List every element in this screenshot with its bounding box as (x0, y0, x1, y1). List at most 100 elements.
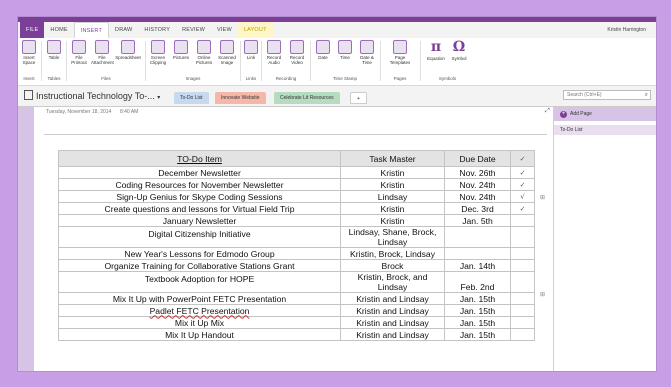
search-input[interactable]: Search (Ctrl+E) ⌕ (563, 90, 651, 100)
header-due[interactable]: Due Date (444, 150, 511, 167)
cell-check[interactable] (510, 316, 535, 329)
tab-review[interactable]: REVIEW (176, 22, 211, 38)
cell-item[interactable]: Mix it Up Mix (58, 316, 341, 329)
cell-master[interactable]: Kristin and Lindsay (340, 328, 445, 341)
cell-check[interactable] (510, 304, 535, 317)
tab-insert[interactable]: INSERT (73, 22, 110, 38)
cell-due[interactable]: Jan. 15th (444, 304, 511, 317)
cell-due[interactable]: Jan. 14th (444, 259, 511, 272)
cell-item[interactable]: Sign-Up Genius for Skype Coding Sessions (58, 190, 341, 203)
cell-due[interactable]: Nov. 24th (444, 178, 511, 191)
cell-master[interactable]: Brock (340, 259, 445, 272)
link-button[interactable]: Link (242, 40, 260, 60)
cell-due[interactable]: Nov. 26th (444, 166, 511, 179)
cell-item[interactable]: Organize Training for Collaborative Stat… (58, 259, 341, 272)
chevron-down-icon[interactable]: ▾ (157, 95, 160, 101)
scanned-image-button[interactable]: Scanned Image (216, 40, 238, 65)
cell-item[interactable]: Digital Citizenship Initiative (58, 226, 341, 248)
header-check[interactable]: ✓ (510, 150, 535, 167)
cell-check[interactable]: ✓ (510, 166, 535, 179)
section-tab-celebrate[interactable]: Celebrate Lit Resources (274, 92, 340, 104)
symbol-button[interactable]: Ω Symbol (446, 40, 472, 61)
cell-due[interactable]: Jan. 15th (444, 292, 511, 305)
cell-item[interactable]: Textbook Adoption for HOPE (58, 271, 341, 293)
header-item[interactable]: TO-Do Item (58, 150, 341, 167)
cell-master[interactable]: Kristin (340, 166, 445, 179)
group-images: Images (185, 76, 201, 81)
tab-draw[interactable]: DRAW (109, 22, 138, 38)
cell-due[interactable]: Nov. 24th (444, 190, 511, 203)
cell-check[interactable] (510, 259, 535, 272)
cell-due[interactable] (444, 247, 511, 260)
spreadsheet-button[interactable]: Spreadsheet (114, 40, 142, 60)
cell-check[interactable] (510, 226, 535, 248)
page-item-todo[interactable]: To-Do List (554, 125, 656, 135)
cell-master[interactable]: Kristin, Brock, Lindsay (340, 247, 445, 260)
tab-view[interactable]: VIEW (211, 22, 238, 38)
cell-item[interactable]: Padlet FETC Presentation (58, 304, 341, 317)
notebook-title[interactable]: Instructional Technology To-... ▾ (24, 90, 160, 101)
cell-check[interactable] (510, 328, 535, 341)
cell-check[interactable] (510, 247, 535, 260)
cell-check[interactable]: √ (510, 190, 535, 203)
cell-due[interactable] (444, 226, 511, 248)
section-tab-todo[interactable]: To-Do List (174, 92, 209, 104)
row-handle-icon[interactable]: ⊞ (540, 194, 545, 201)
pictures-button[interactable]: Pictures (170, 40, 192, 60)
tab-home[interactable]: HOME (44, 22, 73, 38)
page-canvas[interactable]: Tuesday, November 18, 2014 8:40 AM .....… (34, 107, 553, 371)
cell-due[interactable]: Jan. 15th (444, 316, 511, 329)
file-printout-button[interactable]: File Printout (68, 40, 90, 65)
cell-item[interactable]: January Newsletter (58, 214, 341, 227)
record-video-button[interactable]: Record Video (286, 40, 308, 65)
cell-check[interactable]: ✓ (510, 178, 535, 191)
insert-space-icon (22, 40, 36, 54)
cell-master[interactable]: Kristin (340, 178, 445, 191)
cell-item[interactable]: Coding Resources for November Newsletter (58, 178, 341, 191)
time-button[interactable]: Time (334, 40, 356, 60)
cell-master[interactable]: Kristin (340, 202, 445, 215)
section-tab-innovate[interactable]: Innovate Website (215, 92, 266, 104)
cell-due[interactable]: Jan. 5th (444, 214, 511, 227)
page-templates-button[interactable]: Page Templates (384, 40, 416, 65)
tab-layout[interactable]: LAYOUT (237, 22, 273, 38)
table-row: Mix It Up Handout Kristin and Lindsay Ja… (58, 328, 535, 341)
cell-master[interactable]: Lindsay, Shane, Brock, Lindsay (340, 226, 445, 248)
add-page-button[interactable]: + Add Page (554, 107, 656, 121)
cell-item[interactable]: December Newsletter (58, 166, 341, 179)
cell-check[interactable]: ✓ (510, 202, 535, 215)
table-row: Mix it Up Mix Kristin and Lindsay Jan. 1… (58, 316, 535, 329)
user-name[interactable]: Kristin Harrington (607, 22, 646, 38)
cell-master[interactable]: Kristin and Lindsay (340, 316, 445, 329)
tab-history[interactable]: HISTORY (138, 22, 176, 38)
header-master[interactable]: Task Master (340, 150, 445, 167)
cell-check[interactable] (510, 214, 535, 227)
cell-item[interactable]: Create questions and lessons for Virtual… (58, 202, 341, 215)
row-handle-icon[interactable]: ⊞ (540, 291, 545, 298)
cell-item[interactable]: Mix It Up Handout (58, 328, 341, 341)
online-pictures-button[interactable]: Online Pictures (193, 40, 215, 65)
todo-table[interactable]: TO-Do Item Task Master Due Date ✓ Decemb… (58, 150, 535, 341)
screen-clipping-button[interactable]: Screen Clipping (147, 40, 169, 65)
table-button[interactable]: Table (43, 40, 65, 60)
cell-check[interactable] (510, 271, 535, 293)
cell-master[interactable]: Kristin (340, 214, 445, 227)
cell-item[interactable]: Mix It Up with PowerPoint FETC Presentat… (58, 292, 341, 305)
cell-master[interactable]: Kristin, Brock, and Lindsay (340, 271, 445, 293)
date-time-button[interactable]: Date & Time (356, 40, 378, 65)
cell-check[interactable] (510, 292, 535, 305)
cell-master[interactable]: Kristin and Lindsay (340, 304, 445, 317)
expand-icon[interactable]: ⤢ (545, 108, 550, 115)
tab-file[interactable]: FILE (20, 22, 45, 38)
date-button[interactable]: Date (312, 40, 334, 60)
cell-item[interactable]: New Year's Lessons for Edmodo Group (58, 247, 341, 260)
cell-due[interactable]: Jan. 15th (444, 328, 511, 341)
cell-master[interactable]: Kristin and Lindsay (340, 292, 445, 305)
file-attachment-button[interactable]: File Attachment (91, 40, 114, 65)
cell-master[interactable]: Lindsay (340, 190, 445, 203)
cell-due[interactable]: Feb. 2nd (444, 271, 511, 293)
record-audio-button[interactable]: Record Audio (263, 40, 285, 65)
insert-space-button[interactable]: Insert Space (18, 40, 40, 65)
add-section-button[interactable]: + (350, 92, 367, 104)
cell-due[interactable]: Dec. 3rd (444, 202, 511, 215)
